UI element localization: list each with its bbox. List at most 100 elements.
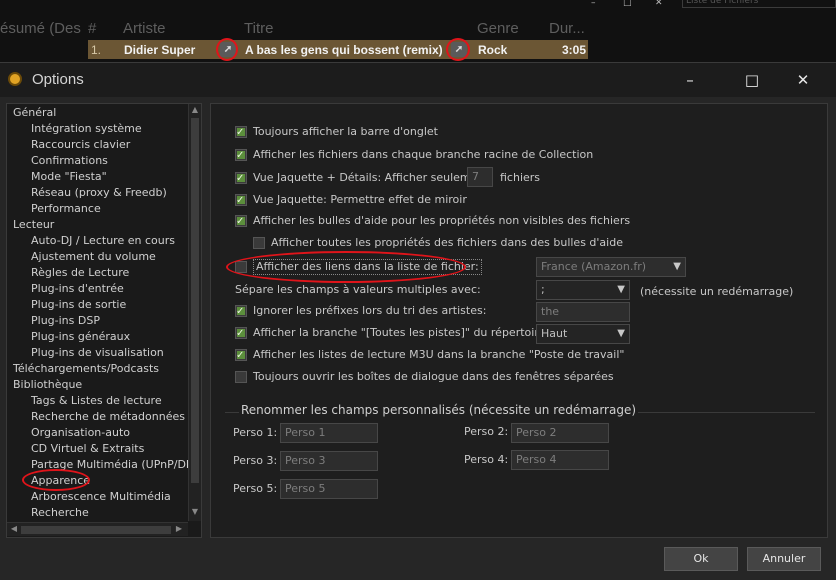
m3u-playlists-checkbox[interactable] [235,347,247,365]
playlist-panel: Liste de Fichiers – □ ✕ ésumé (Des # Art… [0,0,836,62]
perso-2-input[interactable]: Perso 2 [511,423,609,443]
perso-1-input[interactable]: Perso 1 [280,423,378,443]
highlight-ring-title-arrow [446,38,470,61]
file-links-dropdown-value: France (Amazon.fr) [541,260,647,273]
sidebar-item[interactable]: Plug-ins de sortie [31,297,126,313]
tree-horizontal-scroll-thumb[interactable] [21,526,171,534]
perso-2-label: Perso 2: [464,425,509,438]
highlight-ring-file-links [226,251,466,283]
sidebar-item[interactable]: Plug-ins généraux [31,329,130,345]
separate-dialogs-checkbox[interactable] [235,371,247,383]
cover-mirror-label: Vue Jaquette: Permettre effet de miroir [253,193,467,206]
highlight-ring-artist-arrow [216,38,238,61]
all-tracks-branch-label: Afficher la branche "[Toutes les pistes]… [253,326,567,339]
show-tab-bar-checkbox[interactable] [235,124,247,142]
sidebar-item[interactable]: Plug-ins d'entrée [31,281,124,297]
sidebar-item[interactable]: Mode "Fiesta" [31,169,107,185]
sidebar-item[interactable]: Recherche [31,505,89,521]
multi-value-sep-label: Sépare les champs à valeurs multiples av… [235,283,481,296]
all-props-tooltips-label: Afficher toutes les propriétés des fichi… [271,236,623,249]
multi-value-sep-value: ; [541,283,545,296]
scroll-left-icon[interactable]: ◀ [8,524,20,533]
sidebar-item[interactable]: Téléchargements/Podcasts [13,361,159,377]
sidebar-item[interactable]: Performance [31,201,101,217]
show-files-root-label: Afficher les fichiers dans chaque branch… [253,148,594,161]
all-tracks-branch-value: Haut [541,327,568,340]
multi-value-sep-note: (nécessite un redémarrage) [640,285,794,298]
all-tracks-branch-dropdown[interactable]: Haut ▼ [536,324,630,344]
scroll-down-icon[interactable]: ▼ [189,507,201,516]
sidebar-item[interactable]: Recherche de métadonnées [31,409,185,425]
playlist-close-icon[interactable]: ✕ [655,0,665,8]
file-links-dropdown[interactable]: France (Amazon.fr) ▼ [536,257,686,277]
perso-5-input[interactable]: Perso 5 [280,479,378,499]
perso-4-input[interactable]: Perso 4 [511,450,609,470]
window-title: Options [32,71,84,88]
sidebar-item[interactable]: Confirmations [31,153,108,169]
tree-vertical-scrollbar[interactable]: ▲ ▼ [188,104,201,521]
scroll-up-icon[interactable]: ▲ [189,105,201,114]
sidebar-item[interactable]: Plug-ins DSP [31,313,100,329]
sidebar-item[interactable]: Réseau (proxy & Freedb) [31,185,167,201]
m3u-playlists-label: Afficher les listes de lecture M3U dans … [253,348,625,361]
playlist-maximize-icon[interactable]: □ [623,0,633,8]
sidebar-item[interactable]: Arborescence Multimédia [31,489,171,505]
sidebar-item[interactable]: Règles de Lecture [31,265,129,281]
minimize-button[interactable]: – [680,71,700,89]
cover-mirror-checkbox[interactable] [235,192,247,210]
ok-button[interactable]: Ok [664,547,738,571]
track-genre: Rock [478,43,508,57]
sidebar-item[interactable]: CD Virtuel & Extraits [31,441,144,457]
sidebar-item[interactable]: Bibliothèque [13,377,82,393]
perso-3-label: Perso 3: [233,454,278,467]
playlist-minimize-icon[interactable]: – [591,0,601,8]
perso-4-label: Perso 4: [464,453,509,466]
tooltips-label: Afficher les bulles d'aide pour les prop… [253,214,631,227]
sidebar-item[interactable]: Raccourcis clavier [31,137,130,153]
cover-details-suffix: fichiers [500,171,541,184]
tree-vertical-scroll-thumb[interactable] [191,118,199,483]
sidebar-item[interactable]: Auto-DJ / Lecture en cours [31,233,175,249]
options-window: Options – □ ✕ Général Intégration système… [0,62,836,580]
sidebar-item[interactable]: Lecteur [13,217,54,233]
show-tab-bar-label: Toujours afficher la barre d'onglet [253,125,438,138]
show-files-root-checkbox[interactable] [235,147,247,165]
sidebar-item[interactable]: Organisation-auto [31,425,130,441]
maximize-button[interactable]: □ [742,71,762,89]
playlist-search-input[interactable]: Liste de Fichiers [682,0,836,8]
sidebar-item[interactable]: Ajustement du volume [31,249,156,265]
all-props-tooltips-checkbox[interactable] [253,237,265,249]
column-resume[interactable]: ésumé (Des [0,20,81,37]
column-duration[interactable]: Dur... [549,20,585,37]
cover-details-count-input[interactable]: 7 [467,167,493,187]
ignore-prefixes-checkbox[interactable] [235,303,247,321]
sidebar-item[interactable]: Intégration système [31,121,142,137]
cancel-button[interactable]: Annuler [747,547,821,571]
column-title[interactable]: Titre [244,20,273,37]
perso-3-input[interactable]: Perso 3 [280,451,378,471]
cover-details-checkbox[interactable] [235,170,247,188]
close-button[interactable]: ✕ [793,71,813,89]
scroll-right-icon[interactable]: ▶ [173,524,185,533]
ignore-prefixes-label: Ignorer les préfixes lors du tri des art… [253,304,487,317]
perso-1-label: Perso 1: [233,426,278,439]
chevron-down-icon: ▼ [617,328,625,339]
ignore-prefixes-input[interactable]: the [536,302,630,322]
app-logo-icon [8,72,22,86]
sidebar-item[interactable]: Tags & Listes de lecture [31,393,162,409]
playlist-row-playing[interactable]: 1. Didier Super ➚ A bas les gens qui bos… [88,40,588,59]
all-tracks-branch-checkbox[interactable] [235,325,247,343]
column-artist[interactable]: Artiste [123,20,166,37]
chevron-down-icon: ▼ [617,284,625,295]
tooltips-checkbox[interactable] [235,213,247,231]
tree-horizontal-scrollbar[interactable]: ◀ ▶ [7,522,188,536]
track-artist: Didier Super [124,43,196,57]
title-bar[interactable]: Options – □ ✕ [0,63,836,97]
custom-fields-group-title: Renommer les champs personnalisés (néces… [239,403,639,417]
multi-value-sep-dropdown[interactable]: ; ▼ [536,280,630,300]
sidebar-item[interactable]: Général [13,105,56,121]
sidebar-item[interactable]: Plug-ins de visualisation [31,345,164,361]
column-number[interactable]: # [88,20,96,37]
column-genre[interactable]: Genre [477,20,519,37]
chevron-down-icon: ▼ [673,261,681,272]
